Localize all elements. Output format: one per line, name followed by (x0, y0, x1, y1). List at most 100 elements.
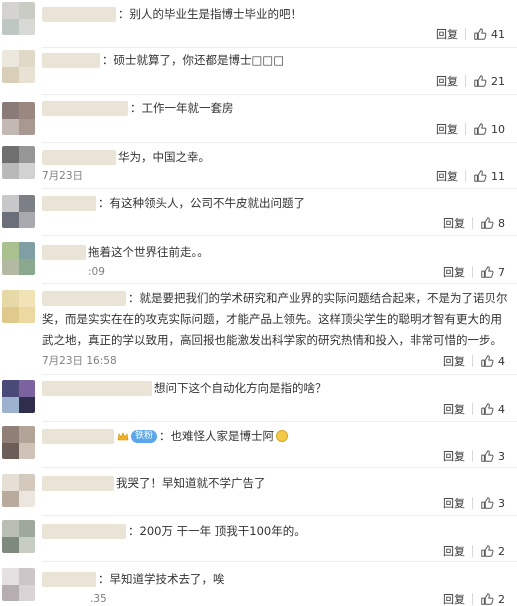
comment-text: 早知道学技术去了，唉 (109, 572, 225, 586)
like-count: 4 (498, 402, 505, 416)
comment-item: ：有这种领头人，公司不牛皮就出问题了 回复 8 (0, 190, 517, 236)
avatar[interactable] (2, 290, 35, 323)
comment-body: 想问下这个自动化方向是指的啥？ (42, 377, 509, 399)
avatar[interactable] (2, 380, 35, 413)
avatar[interactable] (2, 520, 35, 553)
comment-item: 铁粉 ：也难怪人家是博士阿 回复 3 (0, 422, 517, 468)
reply-button[interactable]: 回复 (436, 26, 458, 42)
divider (472, 403, 473, 415)
avatar[interactable] (2, 2, 35, 35)
like-button[interactable]: 8 (480, 216, 505, 230)
avatar[interactable] (2, 242, 35, 275)
comment-body: ：有这种领头人，公司不牛皮就出问题了 (42, 192, 509, 214)
like-button[interactable]: 4 (480, 354, 505, 368)
comment-body: ：就是要把我们的学术研究和产业界的实际问题结合起来，不是为了诺贝尔奖，而是实实在… (42, 291, 508, 347)
like-count: 11 (491, 169, 505, 183)
divider (472, 593, 473, 605)
reply-button[interactable]: 回复 (443, 264, 465, 280)
comment-body: ：早知道学技术去了，唉 (42, 568, 509, 590)
username-blurred[interactable] (42, 7, 116, 22)
username-blurred[interactable] (42, 291, 126, 306)
like-button[interactable]: 2 (480, 544, 505, 558)
username-blurred[interactable] (42, 196, 96, 211)
comment-text: 200万 干一年 顶我干100年的。 (139, 524, 306, 538)
like-count: 41 (491, 27, 505, 41)
username-blurred[interactable] (42, 101, 128, 116)
comment-body: 铁粉 ：也难怪人家是博士阿 (42, 425, 509, 447)
like-button[interactable]: 41 (473, 27, 505, 41)
username-blurred[interactable] (42, 245, 86, 260)
comment-body: ：200万 干一年 顶我干100年的。 (42, 520, 509, 542)
comment-body: 拖着这个世界往前走。。 (42, 241, 509, 263)
comment-item: ：200万 干一年 顶我干100年的。 回复 2 (0, 516, 517, 562)
username-blurred[interactable] (42, 429, 114, 444)
comment-item: 我哭了！早知道就不学广告了 回复 3 (0, 468, 517, 516)
comment-text: 华为，中国之幸。 (118, 150, 210, 164)
reply-button[interactable]: 回复 (443, 543, 465, 559)
like-button[interactable]: 2 (480, 592, 505, 606)
like-button[interactable]: 3 (480, 496, 505, 510)
avatar[interactable] (2, 426, 35, 459)
like-count: 2 (498, 544, 505, 558)
like-button[interactable]: 4 (480, 402, 505, 416)
username-blurred[interactable] (42, 381, 152, 396)
comment-body: ：工作一年就一套房 (42, 97, 509, 119)
reply-button[interactable]: 回复 (436, 73, 458, 89)
comment-text: 想问下这个自动化方向是指的啥？ (154, 381, 327, 395)
fan-badge: 铁粉 (131, 430, 158, 443)
timestamp: 7月23日 16:58 (42, 355, 117, 367)
thumbs-up-icon (481, 497, 494, 509)
comment-item: ：别人的毕业生是指博士毕业的吧！ 回复 41 (0, 0, 517, 48)
reply-button[interactable]: 回复 (436, 121, 458, 137)
comment-text: 有这种领头人，公司不牛皮就出问题了 (109, 196, 306, 210)
username-blurred[interactable] (42, 476, 114, 491)
thumbs-up-icon (481, 545, 494, 557)
reply-button[interactable]: 回复 (443, 401, 465, 417)
timestamp: :09 (88, 266, 105, 278)
reply-button[interactable]: 回复 (443, 591, 465, 606)
avatar[interactable] (2, 568, 35, 601)
like-button[interactable]: 10 (473, 122, 505, 136)
crown-icon (117, 431, 129, 440)
thumbs-up-icon (481, 593, 494, 605)
comment-body: 华为，中国之幸。 (42, 146, 509, 168)
comment-item: 想问下这个自动化方向是指的啥？ 回复 4 (0, 376, 517, 422)
like-count: 4 (498, 354, 505, 368)
avatar[interactable] (2, 146, 35, 179)
divider (42, 188, 517, 189)
username-blurred[interactable] (42, 53, 100, 68)
divider (42, 142, 517, 143)
reply-button[interactable]: 回复 (443, 215, 465, 231)
divider (472, 217, 473, 229)
timestamp: 7月23日 (42, 170, 84, 182)
comment-item: 华为，中国之幸。 7月23日 回复 11 (0, 144, 517, 190)
username-blurred[interactable] (42, 150, 116, 165)
like-count: 21 (491, 74, 505, 88)
thumbs-up-icon (481, 450, 494, 462)
divider (42, 283, 517, 284)
username-blurred[interactable] (42, 572, 96, 587)
reply-button[interactable]: 回复 (436, 168, 458, 184)
like-button[interactable]: 11 (473, 169, 505, 183)
timestamp: .35 (90, 593, 107, 605)
reply-button[interactable]: 回复 (443, 353, 465, 369)
divider (465, 170, 466, 182)
username-blurred[interactable] (42, 524, 126, 539)
avatar[interactable] (2, 50, 35, 83)
comment-item: ：早知道学技术去了，唉 .35 回复 2 (0, 564, 517, 606)
thumbs-up-icon (481, 266, 494, 278)
reply-button[interactable]: 回复 (443, 495, 465, 511)
reply-button[interactable]: 回复 (443, 448, 465, 464)
like-button[interactable]: 7 (480, 265, 505, 279)
comment-item: ：硕士就算了，你还都是博士□□□ 回复 21 (0, 48, 517, 96)
like-button[interactable]: 21 (473, 74, 505, 88)
comment-text: 别人的毕业生是指博士毕业的吧！ (129, 7, 303, 21)
avatar[interactable] (2, 195, 35, 228)
avatar[interactable] (2, 102, 35, 135)
avatar[interactable] (2, 474, 35, 507)
comment-text: 硕士就算了，你还都是博士□□□ (113, 53, 285, 67)
thumbs-up-icon (481, 355, 494, 367)
like-button[interactable]: 3 (480, 449, 505, 463)
like-count: 7 (498, 265, 505, 279)
emoji-icon (276, 430, 289, 442)
